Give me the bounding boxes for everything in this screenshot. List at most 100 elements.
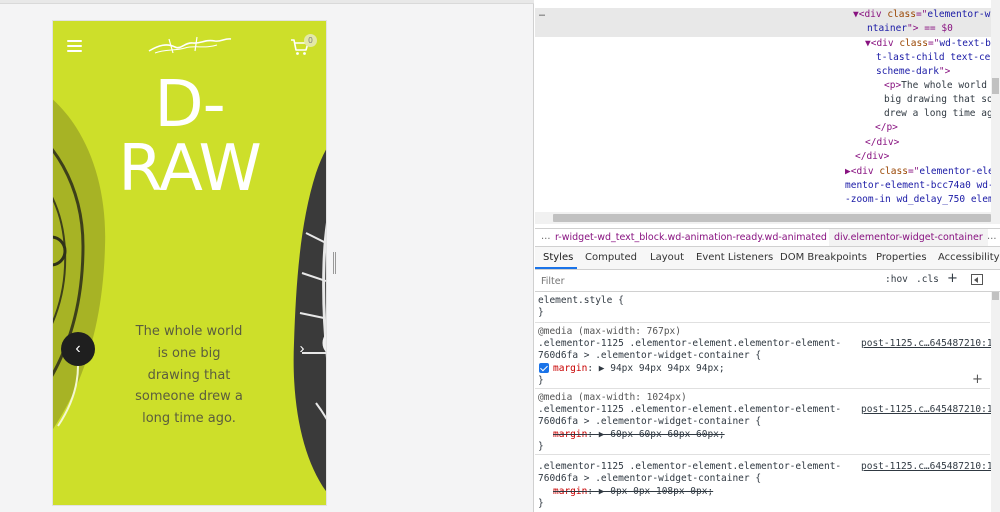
property-value[interactable]: ▶ 0px 0px 108px 0px; <box>599 486 713 497</box>
declaration-margin-overridden[interactable]: margin: ▶ 0px 0px 108px 0px; <box>553 486 713 499</box>
breadcrumb-overflow[interactable]: … <box>541 231 551 242</box>
dom-text: drew a long time ag <box>884 108 993 119</box>
dom-attr: class <box>879 166 908 177</box>
tab-styles[interactable]: Styles <box>543 252 573 263</box>
dom-node-cont: t-last-child text-cente <box>876 51 1000 65</box>
breadcrumb-item-parent[interactable]: r-widget-wd_text_block.wd-animation-read… <box>555 232 827 243</box>
rule-selector-cont: 760d6fa > .elementor-widget-container { <box>538 416 762 427</box>
tab-accessibility[interactable]: Accessibility <box>938 252 1000 263</box>
devtools-panel: … ▼<div class="elementor-w ntainer"> == … <box>535 0 1000 512</box>
tab-dom-breakpoints[interactable]: DOM Breakpoints <box>780 252 867 263</box>
dom-node[interactable]: ▼<div class="wd-text-b <box>865 37 991 51</box>
dom-attr-value: elementor-w <box>927 9 991 20</box>
dom-node-selected[interactable]: ▼<div class="elementor-w <box>853 8 990 22</box>
dom-attr-value: elementor-ele <box>919 166 994 177</box>
toggle-sidebar-icon[interactable] <box>971 274 983 285</box>
styles-vertical-scrollbar[interactable] <box>991 292 1000 512</box>
media-query: @media (max-width: 1024px) <box>538 392 687 403</box>
property-value[interactable]: ▶ 94px 94px 94px 94px; <box>599 363 725 374</box>
slider-prev-button[interactable]: ‹ <box>61 332 95 366</box>
dom-close-tag: </div> <box>855 150 889 164</box>
property-name: margin <box>553 486 588 497</box>
rule-base: .elementor-1125 .elementor-element.eleme… <box>535 455 993 512</box>
dom-tag: ▼<div <box>865 38 900 49</box>
dom-breadcrumb: … r-widget-wd_text_block.wd-animation-re… <box>535 228 1000 247</box>
active-tab-indicator <box>535 267 577 269</box>
dom-node[interactable]: ▶<div class="elementor-ele <box>845 165 994 179</box>
rule-close: } <box>538 375 544 386</box>
property-name: margin <box>553 363 588 374</box>
rule-source-link[interactable]: post-1125.c…645487210:1 <box>861 404 993 415</box>
dom-close-tag: </div> <box>865 136 899 150</box>
dom-attr-value: wd-text-b <box>939 38 991 49</box>
slider-next-button[interactable]: › <box>291 337 313 359</box>
styles-toolbar: :hov .cls + <box>535 270 1000 292</box>
tab-event-listeners[interactable]: Event Listeners <box>696 252 773 263</box>
mobile-page-preview: 0 D- RAW The whole world is one big draw… <box>53 21 326 505</box>
hover-state-toggle[interactable]: :hov <box>885 274 908 285</box>
rule-close: } <box>538 498 544 509</box>
rule-selector[interactable]: .elementor-1125 .elementor-element.eleme… <box>538 404 841 417</box>
rule-selector[interactable]: .elementor-1125 .elementor-element.eleme… <box>538 338 841 351</box>
screen: 0 D- RAW The whole world is one big draw… <box>0 0 1000 512</box>
dom-attr-value: mentor-element-bcc74a0 wd-a <box>845 180 1000 191</box>
declaration-margin-overridden[interactable]: margin: ▶ 60px 60px 60px 60px; <box>553 429 725 442</box>
dom-selected-marker: "> == $0 <box>907 23 953 34</box>
viewport-resize-handle[interactable] <box>332 252 337 274</box>
hero-title: D- RAW <box>53 73 326 201</box>
viewport-top-bar <box>0 0 534 4</box>
class-toggle[interactable]: .cls <box>916 274 939 285</box>
breadcrumb-item-current[interactable]: div.elementor-widget-container <box>829 229 988 246</box>
new-style-rule-button[interactable]: + <box>947 271 958 286</box>
dom-node-cont: mentor-element-bcc74a0 wd-a <box>845 179 999 193</box>
dom-text: big drawing that so <box>884 94 993 105</box>
hero-title-line-2: RAW <box>118 132 261 206</box>
dom-node[interactable]: <p>The whole world <box>884 79 987 93</box>
dom-text-line: drew a long time ag <box>884 107 993 121</box>
rule-close: } <box>538 307 544 318</box>
elements-horizontal-scrollbar[interactable] <box>535 212 1000 224</box>
dom-attr: class <box>887 9 916 20</box>
dom-node-cont: scheme-dark"> <box>876 65 950 79</box>
rule-selector: element.style { <box>538 295 624 306</box>
declaration-margin[interactable]: margin: ▶ 94px 94px 94px 94px; <box>553 363 725 376</box>
dom-tag: ▼<div <box>853 9 888 20</box>
rule-source-link[interactable]: post-1125.c…645487210:1 <box>861 461 993 472</box>
dom-tag: </div> <box>855 151 890 162</box>
breadcrumb-overflow-right[interactable]: … <box>987 231 997 242</box>
dom-attr-value: t-last-child text-cente <box>876 52 1000 63</box>
elements-vertical-scrollbar[interactable] <box>991 0 1000 212</box>
rule-source-link[interactable]: post-1125.c…645487210:1 <box>861 338 993 349</box>
dom-attr-value: -zoom-in wd_delay_750 eleme <box>845 194 1000 205</box>
site-logo[interactable] <box>145 33 233 59</box>
rule-selector-cont: 760d6fa > .elementor-widget-container { <box>538 350 762 361</box>
tab-computed[interactable]: Computed <box>585 252 637 263</box>
cart-count-badge: 0 <box>304 34 317 47</box>
declaration-enabled-checkbox[interactable] <box>539 363 549 373</box>
dom-tag: ▶<div <box>845 166 880 177</box>
hero-text: The whole world is one big drawing that … <box>135 324 243 427</box>
tab-properties[interactable]: Properties <box>876 252 927 263</box>
styles-filter-input[interactable] <box>538 273 876 289</box>
dom-eq: =" <box>915 9 928 20</box>
dom-eq: =" <box>907 166 920 177</box>
media-query: @media (max-width: 767px) <box>538 326 681 337</box>
node-actions-icon[interactable]: … <box>539 8 545 19</box>
styles-tab-bar: Styles Computed Layout Event Listeners D… <box>535 247 1000 270</box>
rule-close: } <box>538 441 544 452</box>
rule-selector[interactable]: .elementor-1125 .elementor-element.eleme… <box>538 461 841 474</box>
property-value[interactable]: ▶ 60px 60px 60px 60px; <box>599 429 725 440</box>
dom-text: The whole world <box>901 80 987 91</box>
dom-node-cont: -zoom-in wd_delay_750 eleme <box>845 193 999 207</box>
property-name: margin <box>553 429 588 440</box>
rule-element-style[interactable]: element.style { } <box>535 292 990 323</box>
dom-eq: =" <box>927 38 940 49</box>
add-declaration-button[interactable]: + <box>972 372 983 387</box>
rule-selector-cont: 760d6fa > .elementor-widget-container { <box>538 473 762 484</box>
tab-layout[interactable]: Layout <box>650 252 684 263</box>
elements-tree: … ▼<div class="elementor-w ntainer"> == … <box>535 0 1000 228</box>
hero-title-line-1: D- <box>154 68 225 142</box>
menu-hamburger-icon[interactable] <box>67 40 82 52</box>
chevron-left-icon: ‹ <box>75 340 81 357</box>
dom-close-tag: </p> <box>875 121 898 135</box>
